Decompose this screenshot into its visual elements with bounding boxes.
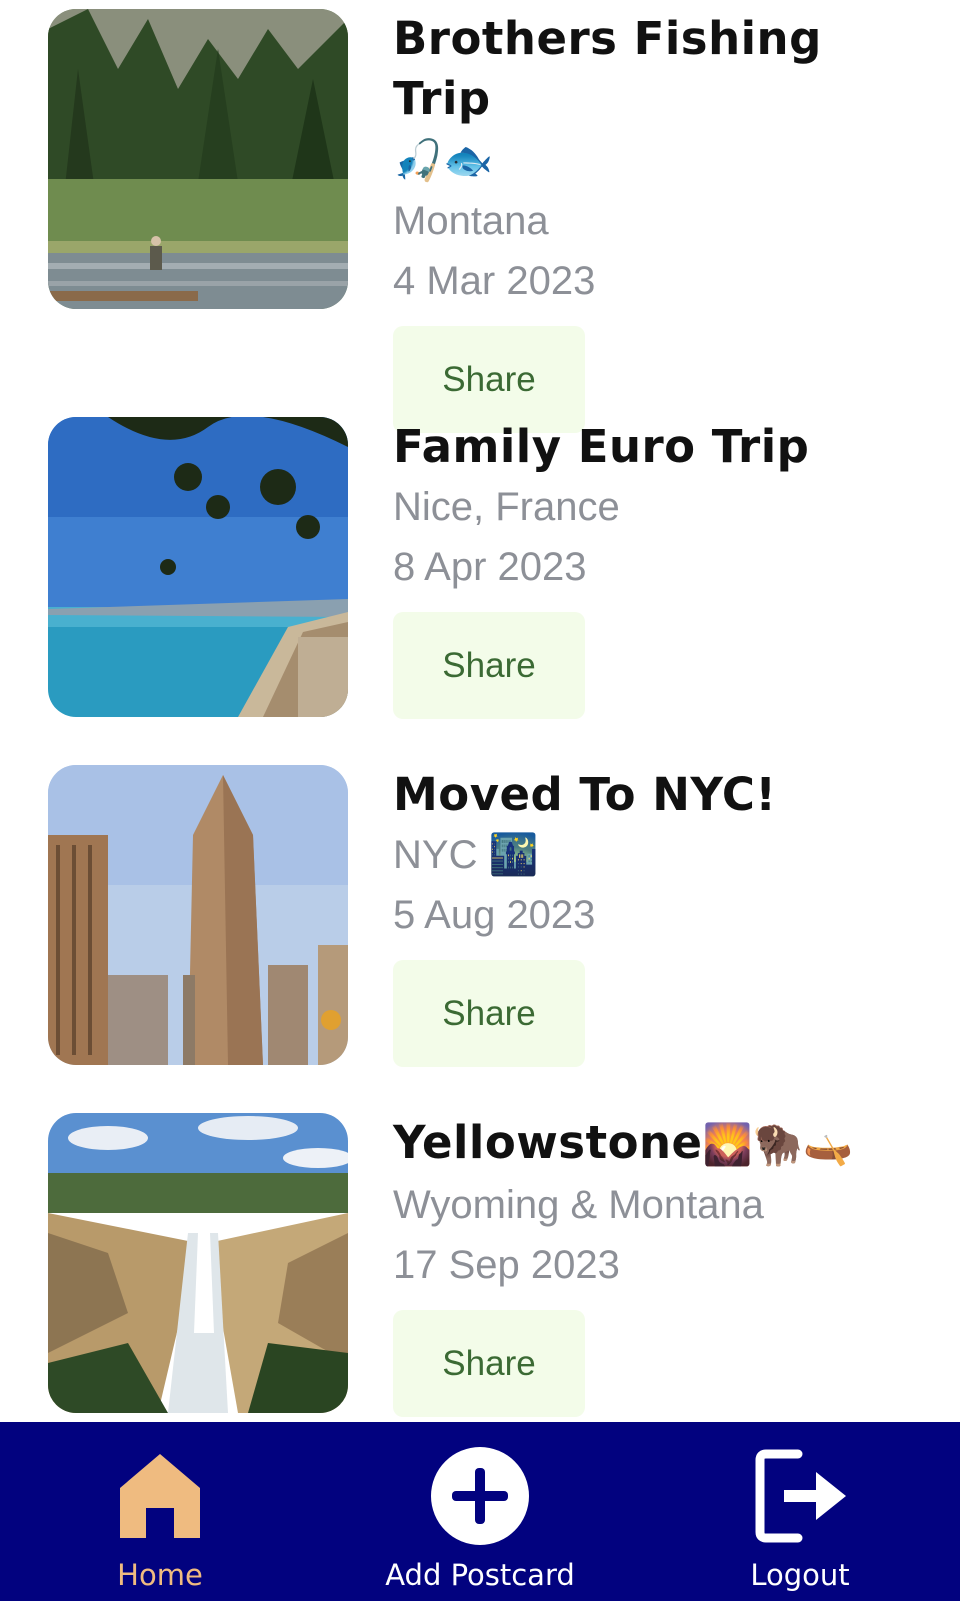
postcard-date: 17 Sep 2023	[393, 1243, 620, 1287]
flatiron-building-photo	[48, 765, 348, 1065]
logout-icon	[755, 1449, 846, 1543]
postcard-title: Family Euro Trip	[393, 420, 810, 473]
postcard-location: NYC 🌃	[393, 833, 539, 877]
yellowstone-emoji-icon: 🌄🦬🛶	[702, 1122, 854, 1168]
nav-home[interactable]: Home	[40, 1422, 280, 1601]
postcard-card: Brothers Fishing Trip 🎣🐟 Montana 4 Mar 20…	[0, 9, 960, 433]
postcard-image[interactable]	[48, 1113, 348, 1413]
home-icon	[120, 1454, 200, 1538]
postcard-image[interactable]	[48, 417, 348, 717]
postcard-location: Wyoming & Montana	[393, 1183, 764, 1227]
postcard-card: Family Euro Trip Nice, France 8 Apr 2023…	[0, 417, 960, 757]
postcard-feed[interactable]: Brothers Fishing Trip 🎣🐟 Montana 4 Mar 20…	[0, 0, 960, 1422]
postcard-location: Montana	[393, 199, 549, 243]
postcard-card: Moved To NYC! NYC 🌃 5 Aug 2023 Share	[0, 765, 960, 1105]
fishing-emoji-icon: 🎣🐟	[393, 138, 494, 184]
postcard-date: 4 Mar 2023	[393, 259, 596, 303]
postcard-info: Family Euro Trip Nice, France 8 Apr 2023…	[393, 417, 933, 719]
postcard-title: Moved To NYC!	[393, 768, 777, 821]
river-fishing-photo	[48, 9, 348, 309]
share-button[interactable]: Share	[393, 960, 585, 1067]
postcard-location: Nice, France	[393, 485, 620, 529]
share-button[interactable]: Share	[393, 1310, 585, 1417]
nav-add-postcard[interactable]: Add Postcard	[360, 1422, 600, 1601]
night-city-emoji-icon: 🌃	[488, 833, 539, 877]
postcard-date: 5 Aug 2023	[393, 893, 596, 937]
postcard-card: Yellowstone🌄🦬🛶 Wyoming & Montana 17 Sep …	[0, 1113, 960, 1422]
postcard-image[interactable]	[48, 765, 348, 1065]
postcard-info: Yellowstone🌄🦬🛶 Wyoming & Montana 17 Sep …	[393, 1113, 933, 1417]
coastline-photo	[48, 417, 348, 717]
add-circle-icon	[431, 1447, 529, 1545]
postcard-info: Moved To NYC! NYC 🌃 5 Aug 2023 Share	[393, 765, 933, 1067]
share-button[interactable]: Share	[393, 612, 585, 719]
nav-logout-label: Logout	[750, 1558, 850, 1592]
bottom-nav-bar: Home Add Postcard Logout	[0, 1422, 960, 1601]
nav-add-postcard-label: Add Postcard	[385, 1558, 575, 1592]
nav-logout[interactable]: Logout	[680, 1422, 920, 1601]
waterfall-canyon-photo	[48, 1113, 348, 1413]
postcard-title: Yellowstone🌄🦬🛶	[393, 1116, 854, 1169]
postcard-info: Brothers Fishing Trip 🎣🐟 Montana 4 Mar 20…	[393, 9, 933, 433]
postcard-image[interactable]	[48, 9, 348, 309]
nav-home-label: Home	[117, 1558, 203, 1592]
postcard-date: 8 Apr 2023	[393, 545, 587, 589]
postcard-title: Brothers Fishing Trip 🎣🐟	[393, 12, 822, 184]
